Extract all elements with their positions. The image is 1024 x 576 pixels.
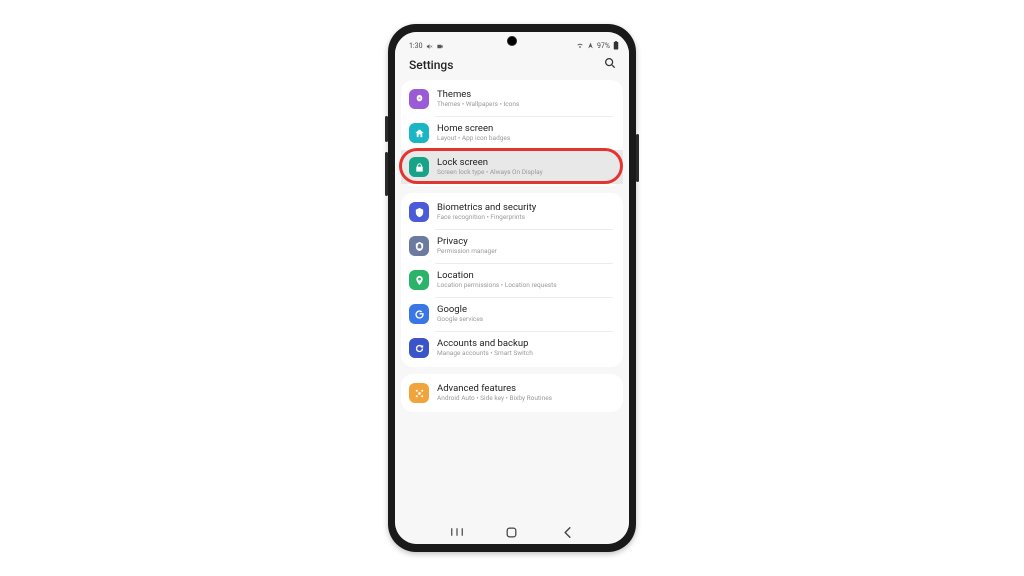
wifi-icon (576, 42, 584, 49)
clock: 1:30 (409, 42, 423, 50)
settings-item-subtitle: Location permissions • Location requests (437, 281, 557, 289)
settings-item-subtitle: Layout • App icon badges (437, 134, 510, 142)
settings-item-advanced[interactable]: Advanced featuresAndroid Auto • Side key… (401, 376, 623, 410)
settings-item-google[interactable]: GoogleGoogle services (401, 297, 623, 331)
navigation-bar (395, 520, 629, 544)
recents-icon (451, 527, 463, 537)
home-button[interactable] (505, 525, 519, 539)
settings-item-title: Home screen (437, 123, 510, 134)
settings-item-title: Privacy (437, 236, 497, 247)
settings-item-subtitle: Manage accounts • Smart Switch (437, 349, 533, 357)
location-icon (409, 270, 429, 290)
location-status-icon (587, 42, 594, 49)
accounts-icon (409, 338, 429, 358)
front-camera (507, 36, 517, 46)
settings-item-subtitle: Google services (437, 315, 483, 323)
settings-item-subtitle: Screen lock type • Always On Display (437, 168, 543, 176)
biometrics-icon (409, 202, 429, 222)
settings-item-title: Accounts and backup (437, 338, 533, 349)
phone-frame: 1:30 97% Settings ThemesThemes • Wallpap… (388, 24, 636, 552)
lock-screen-icon (409, 157, 429, 177)
screen: 1:30 97% Settings ThemesThemes • Wallpap… (395, 32, 629, 544)
page-header: Settings (395, 50, 629, 80)
search-button[interactable] (603, 55, 617, 74)
settings-item-subtitle: Android Auto • Side key • Bixby Routines (437, 394, 552, 402)
themes-icon (409, 89, 429, 109)
settings-item-accounts[interactable]: Accounts and backupManage accounts • Sma… (401, 331, 623, 365)
home-screen-icon (409, 123, 429, 143)
settings-item-subtitle: Themes • Wallpapers • Icons (437, 100, 519, 108)
settings-item-location[interactable]: LocationLocation permissions • Location … (401, 263, 623, 297)
privacy-icon (409, 236, 429, 256)
settings-item-title: Biometrics and security (437, 202, 536, 213)
settings-item-subtitle: Face recognition • Fingerprints (437, 213, 536, 221)
settings-list[interactable]: ThemesThemes • Wallpapers • IconsHome sc… (395, 80, 629, 520)
mute-icon (426, 43, 433, 50)
volume-rocker (385, 152, 388, 196)
back-button[interactable] (560, 525, 574, 539)
settings-group: ThemesThemes • Wallpapers • IconsHome sc… (401, 80, 623, 186)
video-icon (436, 43, 444, 50)
search-icon (603, 56, 617, 70)
recents-button[interactable] (450, 525, 464, 539)
settings-item-home-screen[interactable]: Home screenLayout • App icon badges (401, 116, 623, 150)
settings-item-title: Lock screen (437, 157, 543, 168)
bixby-button (385, 116, 388, 142)
advanced-icon (409, 383, 429, 403)
settings-item-title: Location (437, 270, 557, 281)
page-title: Settings (409, 58, 453, 72)
settings-group: Advanced featuresAndroid Auto • Side key… (401, 374, 623, 412)
settings-item-privacy[interactable]: PrivacyPermission manager (401, 229, 623, 263)
settings-item-lock-screen[interactable]: Lock screenScreen lock type • Always On … (401, 150, 623, 184)
google-icon (409, 304, 429, 324)
settings-item-title: Themes (437, 89, 519, 100)
settings-item-title: Advanced features (437, 383, 552, 394)
settings-item-subtitle: Permission manager (437, 247, 497, 255)
back-icon (563, 527, 572, 538)
settings-item-biometrics[interactable]: Biometrics and securityFace recognition … (401, 195, 623, 229)
settings-group: Biometrics and securityFace recognition … (401, 193, 623, 367)
settings-item-title: Google (437, 304, 483, 315)
battery-percent: 97% (597, 42, 610, 50)
battery-icon (613, 41, 619, 50)
home-icon (506, 527, 517, 538)
settings-item-themes[interactable]: ThemesThemes • Wallpapers • Icons (401, 82, 623, 116)
power-button (636, 134, 639, 182)
